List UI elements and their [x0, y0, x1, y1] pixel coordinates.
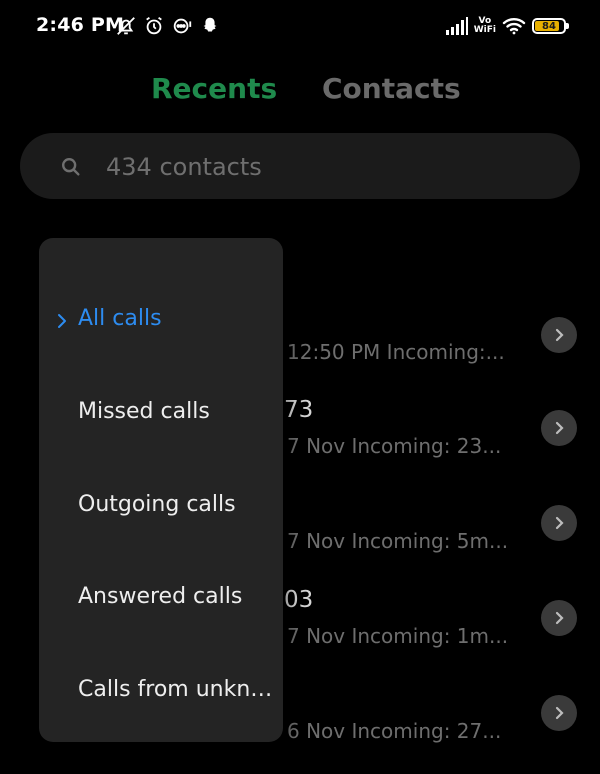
search-icon	[60, 156, 82, 182]
chevron-right-icon	[555, 706, 564, 720]
menu-item-answered-calls[interactable]: Answered calls	[39, 569, 283, 629]
status-bar: 2:46 PM Vo WiFi 84	[0, 0, 600, 56]
call-details-button[interactable]	[541, 317, 577, 353]
signal-icon	[445, 17, 468, 35]
vowifi-bottom-label: WiFi	[473, 25, 496, 35]
menu-item-outgoing-calls[interactable]: Outgoing calls	[39, 477, 283, 537]
menu-item-missed-calls[interactable]: Missed calls	[39, 384, 283, 444]
call-details-button[interactable]	[541, 695, 577, 731]
status-system-icons: Vo WiFi 84	[445, 16, 569, 36]
menu-item-label: Outgoing calls	[78, 492, 236, 517]
call-detail: 7 Nov Incoming: 5m...	[287, 529, 509, 553]
tab-contacts[interactable]: Contacts	[322, 72, 461, 105]
chevron-right-icon	[555, 611, 564, 625]
call-detail: 7 Nov Incoming: 23...	[287, 434, 502, 458]
chevron-right-icon	[555, 516, 564, 530]
call-detail: 7 Nov Incoming: 1m...	[287, 624, 509, 648]
menu-item-unknown-calls[interactable]: Calls from unknown numbers	[39, 662, 283, 722]
menu-item-label: Calls from unknown numbers	[78, 677, 278, 702]
chat-bubble-icon	[171, 15, 193, 37]
call-filter-menu: All calls Missed calls Outgoing calls An…	[39, 238, 283, 742]
search-input[interactable]	[104, 147, 548, 187]
vowifi-indicator: Vo WiFi	[474, 17, 496, 35]
battery-nub	[566, 23, 569, 29]
status-time: 2:46 PM	[36, 14, 125, 36]
call-name: 03	[284, 587, 314, 613]
call-details-button[interactable]	[541, 410, 577, 446]
search-bar[interactable]	[20, 133, 580, 199]
menu-item-label: Missed calls	[78, 399, 210, 424]
wifi-icon	[502, 16, 526, 36]
chevron-right-icon	[56, 313, 68, 333]
menu-item-label: Answered calls	[78, 584, 243, 609]
battery-level: 84	[542, 20, 556, 32]
tab-bar: Recents Contacts	[0, 72, 600, 112]
battery-icon: 84	[532, 18, 569, 34]
call-detail: 6 Nov Incoming: 27...	[287, 719, 502, 743]
call-name: 73	[284, 397, 314, 423]
snapchat-ghost-icon	[199, 15, 221, 37]
phone-screen: 2:46 PM Vo WiFi 84 Recents Contacts 434 …	[0, 0, 600, 774]
tab-recents[interactable]: Recents	[151, 72, 277, 105]
chevron-right-icon	[555, 421, 564, 435]
chevron-right-icon	[555, 328, 564, 342]
menu-item-label: All calls	[78, 306, 162, 331]
alarm-icon	[143, 15, 165, 37]
status-notification-icons	[115, 15, 221, 37]
call-details-button[interactable]	[541, 600, 577, 636]
menu-item-all-calls[interactable]: All calls	[39, 291, 283, 351]
call-details-button[interactable]	[541, 505, 577, 541]
call-detail: 12:50 PM Incoming:...	[287, 340, 505, 364]
muted-bell-icon	[115, 15, 137, 37]
